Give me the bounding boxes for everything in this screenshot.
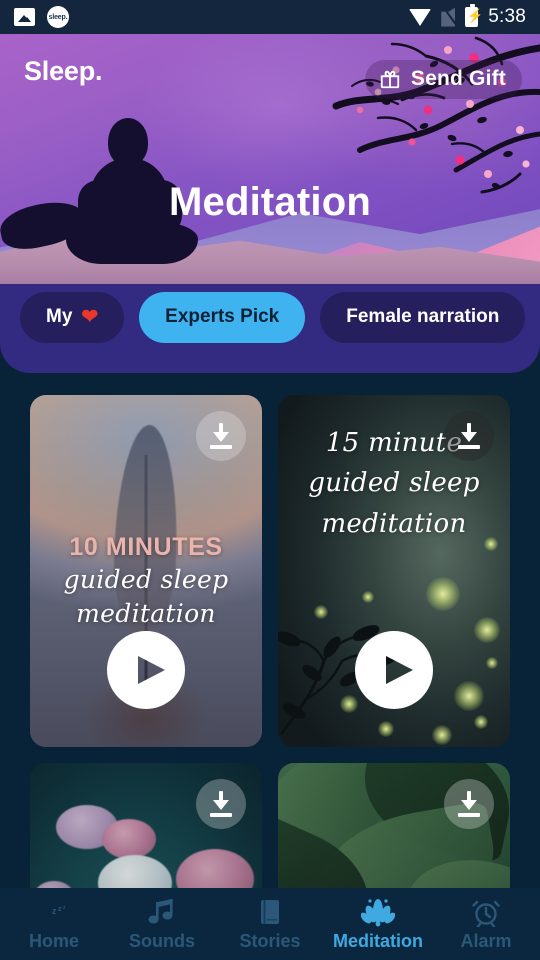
app-brand-logo: Sleep. <box>24 56 103 86</box>
book-icon <box>253 897 287 927</box>
moon-zzz-icon: z z z <box>37 897 71 927</box>
nav-label-stories: Stories <box>239 930 301 951</box>
lotus-icon <box>360 897 396 927</box>
bottom-navigation[interactable]: z z z Home Sounds Stories Meditation Ala… <box>0 888 540 960</box>
download-button[interactable] <box>444 779 494 829</box>
download-icon <box>210 791 232 817</box>
download-button[interactable] <box>444 411 494 461</box>
card-title-line2: meditation <box>76 598 216 628</box>
download-button[interactable] <box>196 411 246 461</box>
nav-label-sounds: Sounds <box>129 930 195 951</box>
nav-item-alarm[interactable]: Alarm <box>432 888 540 960</box>
gift-icon <box>380 70 400 89</box>
card-duration-kicker: 10 MINUTES <box>69 533 223 561</box>
meditation-card[interactable]: 10 MINUTES guided sleep meditation <box>30 395 262 747</box>
heart-icon: ❤ <box>81 306 99 328</box>
nav-item-home[interactable]: z z z Home <box>0 888 108 960</box>
no-sim-icon <box>441 7 456 27</box>
svg-text:z: z <box>58 906 62 913</box>
download-button[interactable] <box>196 779 246 829</box>
meditation-card[interactable] <box>30 763 262 888</box>
status-bar: sleep. 5:38 <box>0 0 540 34</box>
download-icon <box>458 791 480 817</box>
status-bar-left: sleep. <box>14 6 69 28</box>
wifi-icon <box>409 8 432 26</box>
page-title: Meditation <box>169 180 371 224</box>
send-gift-label: Send Gift <box>410 67 506 90</box>
card-caption: 10 MINUTES guided sleep meditation <box>30 533 262 629</box>
app-root: sleep. 5:38 <box>0 0 540 960</box>
play-button[interactable] <box>107 631 185 709</box>
meditation-card[interactable] <box>278 763 510 888</box>
nav-item-stories[interactable]: Stories <box>216 888 324 960</box>
status-bar-right: 5:38 <box>409 4 526 28</box>
send-gift-button[interactable]: Send Gift <box>364 60 522 99</box>
filter-chip-label: Female narration <box>346 306 500 327</box>
battery-charging-icon <box>465 4 483 27</box>
nav-label-meditation: Meditation <box>333 930 423 951</box>
filter-chip-label: Experts Pick <box>165 306 280 327</box>
nav-label-alarm: Alarm <box>460 930 512 951</box>
download-icon <box>210 423 232 449</box>
filter-chip-my-favorites[interactable]: My ❤ <box>20 291 125 343</box>
nav-item-sounds[interactable]: Sounds <box>108 888 216 960</box>
nav-label-home: Home <box>28 930 79 951</box>
card-title-line1: guided sleep <box>63 565 229 594</box>
download-icon <box>458 423 480 449</box>
filter-chip-experts-pick[interactable]: Experts Pick <box>139 291 306 343</box>
play-button[interactable] <box>355 631 433 709</box>
status-bar-clock: 5:38 <box>488 6 526 27</box>
filter-chip-label: My <box>46 306 73 327</box>
image-icon <box>14 8 35 26</box>
svg-text:z: z <box>63 905 66 911</box>
meditation-card-grid: 10 MINUTES guided sleep meditation 15 mi… <box>30 395 510 888</box>
filter-chip-row[interactable]: My ❤ Experts Pick Female narration M <box>0 286 540 348</box>
meditation-list: 10 MINUTES guided sleep meditation 15 mi… <box>0 373 540 888</box>
music-note-icon <box>145 897 179 927</box>
svg-text:z: z <box>52 906 57 916</box>
alarm-clock-icon <box>469 897 503 928</box>
header-panel: Sleep. Send Gift Meditation My ❤ Experts… <box>0 34 540 373</box>
sleep-app-icon: sleep. <box>47 6 69 28</box>
card-title-line2: guided sleep <box>308 468 480 499</box>
filter-chip-female-narration[interactable]: Female narration <box>320 291 526 343</box>
nav-item-meditation[interactable]: Meditation <box>324 888 432 960</box>
meditation-card[interactable]: 15 minute guided sleep meditation <box>278 395 510 747</box>
card-title-line3: meditation <box>321 508 467 539</box>
